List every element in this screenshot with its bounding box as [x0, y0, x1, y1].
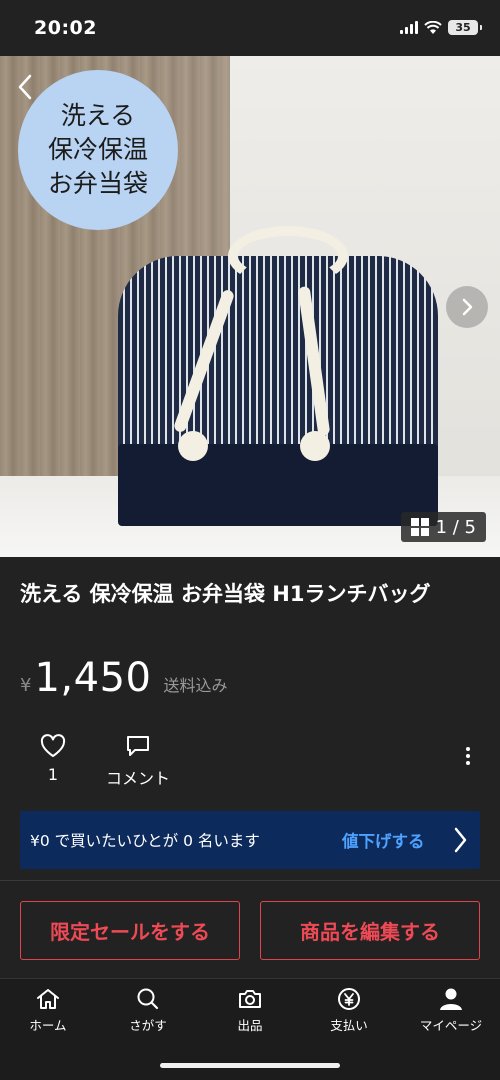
product-price: 1,450 [34, 655, 152, 701]
shipping-label: 送料込み [163, 676, 228, 695]
lunch-bag-illustration [118, 216, 438, 526]
promo-line-3: お弁当袋 [47, 169, 148, 198]
tab-sell-label: 出品 [237, 1018, 263, 1033]
wifi-icon [424, 20, 442, 34]
yen-circle-icon [338, 988, 360, 1010]
promo-badge: 洗える 保冷保温 お弁当袋 [18, 70, 178, 230]
comment-label: コメント [105, 769, 170, 788]
reduce-price-link[interactable]: 値下げする [342, 828, 425, 852]
like-button[interactable]: 1 [36, 733, 70, 784]
status-time: 20:02 [34, 17, 97, 39]
comment-icon [127, 736, 149, 756]
chevron-left-icon [18, 74, 32, 100]
page-indicator-text: 1 / 5 [435, 516, 476, 538]
bag-striped-top [118, 256, 438, 456]
bag-cord-knot-left [178, 431, 208, 461]
next-image-button[interactable] [446, 286, 488, 328]
grid-icon [410, 518, 429, 536]
product-title: 洗える 保冷保温 お弁当袋 H1ランチバッグ [20, 582, 431, 606]
search-icon [137, 988, 159, 1010]
edit-product-button[interactable]: 商品を編集する [260, 901, 480, 960]
more-options-icon[interactable] [466, 747, 470, 765]
heart-icon [40, 734, 66, 757]
battery-icon: 35 [448, 20, 482, 35]
currency-symbol: ¥ [20, 675, 32, 696]
tab-search-label: さがす [129, 1018, 167, 1033]
bag-cord-bow [228, 226, 348, 286]
divider [0, 880, 500, 881]
price-offer-banner[interactable]: ¥0 で買いたいひとが 0 名います 値下げする [20, 811, 480, 869]
promo-line-2: 保冷保温 [47, 135, 148, 164]
signal-icon [400, 21, 418, 34]
limited-sale-button[interactable]: 限定セールをする [20, 901, 240, 960]
user-icon [440, 988, 462, 1010]
offer-text: ¥0 で買いたいひとが 0 名います [30, 832, 260, 850]
tab-mypage-label: マイページ [419, 1018, 483, 1033]
price-row: ¥ 1,450 送料込み [20, 655, 227, 701]
tab-mypage[interactable]: マイページ [411, 987, 491, 1034]
promo-line-1: 洗える [60, 101, 136, 130]
image-page-indicator[interactable]: 1 / 5 [400, 512, 486, 542]
camera-icon [239, 990, 261, 1008]
tab-pay-label: 支払い [330, 1018, 368, 1033]
tab-pay[interactable]: 支払い [309, 987, 389, 1034]
action-row: 1 コメント [0, 733, 500, 789]
tab-home[interactable]: ホーム [8, 987, 88, 1034]
like-count: 1 [47, 765, 59, 784]
home-icon [37, 989, 59, 1009]
bag-cord-knot-right [300, 431, 330, 461]
status-bar: 20:02 35 [0, 0, 500, 56]
status-icons: 35 [400, 20, 482, 35]
tab-home-label: ホーム [29, 1018, 67, 1033]
chevron-right-icon [454, 827, 467, 853]
home-indicator[interactable] [160, 1063, 340, 1068]
back-button[interactable] [12, 70, 38, 104]
comment-button[interactable]: コメント [100, 733, 176, 789]
bag-navy-bottom [118, 444, 438, 526]
tab-sell[interactable]: 出品 [210, 987, 290, 1034]
tab-search[interactable]: さがす [108, 987, 188, 1034]
chevron-right-icon [462, 298, 473, 316]
product-image[interactable]: 洗える 保冷保温 お弁当袋 1 / 5 [0, 56, 500, 557]
